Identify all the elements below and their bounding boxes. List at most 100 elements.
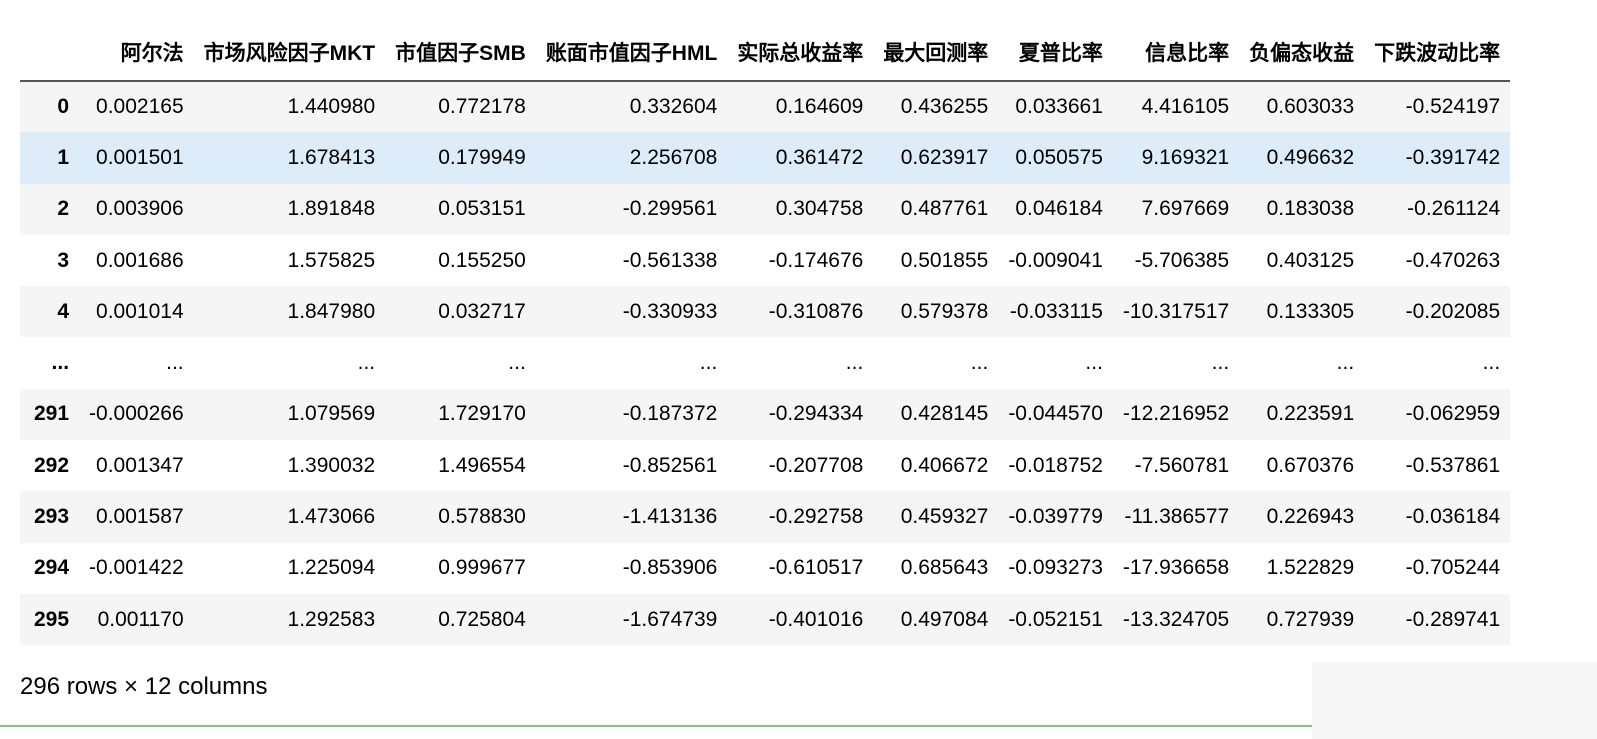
table-row[interactable]: 293 0.001587 1.473066 0.578830 -1.413136 -0.2… (20, 491, 1511, 543)
table-cell: -0.018752 (1008, 453, 1103, 477)
table-cell: ... (970, 351, 989, 375)
table-cell: -0.062959 (1405, 402, 1501, 426)
table-cell: ... (699, 351, 718, 375)
table-cell: -0.852561 (622, 453, 718, 477)
dataframe-table: 阿尔法 市场风险因子MKT 市值因子SMB 账面市值因子HML 实际总收益率 最大回测率夏… (20, 28, 1511, 646)
table-cell: 0.496632 (1266, 145, 1355, 169)
table-cell: 0.578830 (438, 505, 526, 529)
table-cell: 1.496554 (438, 453, 526, 477)
column-header: 账面市值因子HML (535, 28, 728, 82)
table-row[interactable]: 3 0.001686 1.575825 0.155250 -0.561338 -0.174… (20, 234, 1511, 287)
table-cell: -1.674739 (622, 607, 718, 631)
table-cell: -10.317517 (1122, 299, 1230, 323)
dataframe-shape-caption: 296 rows × 12 columns (20, 673, 268, 700)
table-cell: 0.727939 (1266, 607, 1355, 631)
table-cell: ... (1336, 351, 1355, 375)
table-body: 0 0.002165 1.440980 0.772178 0.332604 0.16460… (20, 81, 1511, 646)
table-cell: 2.256708 (629, 145, 718, 169)
table-cell: -0.289741 (1405, 607, 1501, 631)
index-header-corner (20, 28, 80, 82)
table-cell: 0.403125 (1266, 248, 1355, 272)
table-cell: 0.001501 (96, 145, 184, 169)
table-cell: 0.003906 (96, 197, 184, 221)
row-index-label: 0 (57, 95, 70, 119)
table-cell: 0.001347 (96, 453, 184, 477)
table-row[interactable]: ................................. (20, 337, 1511, 389)
row-index-label: 2 (57, 197, 70, 221)
table-row[interactable]: 0 0.002165 1.440980 0.772178 0.332604 0.16460… (20, 81, 1511, 133)
table-cell: -0.207708 (768, 453, 864, 477)
table-cell: 0.226943 (1266, 505, 1355, 529)
table-cell: 1.390032 (287, 453, 376, 477)
table-cell: ... (166, 351, 184, 375)
table-cell: -0.537861 (1405, 453, 1501, 477)
table-header: 阿尔法 市场风险因子MKT 市值因子SMB 账面市值因子HML 实际总收益率 最大回测率夏… (20, 28, 1511, 82)
cell-bottom-border (0, 725, 1312, 727)
table-cell: -13.324705 (1122, 607, 1230, 631)
table-cell: 0.032717 (438, 299, 526, 323)
table-cell: -0.036184 (1405, 505, 1501, 529)
table-cell: 0.183038 (1266, 197, 1355, 221)
table-cell: 0.001014 (96, 299, 184, 323)
table-cell: -5.706385 (1134, 248, 1230, 272)
table-cell: -0.330933 (622, 299, 718, 323)
table-cell: 1.292583 (287, 607, 376, 631)
table-cell: -0.174676 (768, 248, 864, 272)
table-cell: -0.292758 (768, 505, 864, 529)
column-header: 下跌波动比率 (1364, 28, 1511, 82)
table-cell: 1.225094 (287, 556, 376, 580)
table-cell: 0.133305 (1266, 299, 1355, 323)
table-cell: 0.685643 (900, 556, 989, 580)
table-cell: -0.039779 (1008, 505, 1103, 529)
table-cell: 0.436255 (900, 95, 989, 119)
row-index-label: 295 (34, 607, 70, 631)
table-row[interactable]: 292 0.001347 1.390032 1.496554 -0.852561 -0.2… (20, 440, 1511, 492)
table-row[interactable]: 295 0.001170 1.292583 0.725804 -1.674739 -0.4… (20, 593, 1511, 646)
table-cell: -0.001422 (89, 556, 184, 580)
table-cell: 0.603033 (1266, 95, 1355, 119)
row-index-label: 292 (34, 453, 70, 477)
table-cell: -0.093273 (1008, 556, 1103, 580)
table-cell: 1.079569 (287, 402, 376, 426)
table-cell: 0.497084 (900, 607, 989, 631)
table-row[interactable]: 4 0.001014 1.847980 0.032717 -0.330933 -0.310… (20, 286, 1511, 338)
column-header: 夏普比率 (998, 28, 1113, 82)
table-cell: 1.678413 (287, 145, 376, 169)
row-index-label: 291 (34, 402, 70, 426)
column-header: 实际总收益率 (727, 28, 874, 82)
table-cell: ... (1085, 351, 1103, 375)
column-header: 市场风险因子MKT (193, 28, 386, 82)
row-index-label: 4 (57, 299, 70, 323)
table-cell: -0.401016 (768, 607, 864, 631)
table-cell: -0.202085 (1405, 299, 1501, 323)
column-header: 阿尔法 (79, 28, 194, 82)
table-cell: -0.391742 (1405, 145, 1501, 169)
table-cell: ... (357, 351, 376, 375)
table-cell: 1.440980 (287, 95, 376, 119)
table-row[interactable]: 291 -0.000266 1.079569 1.729170 -0.187372 -0.… (20, 388, 1511, 441)
table-cell: -0.310876 (768, 299, 864, 323)
table-cell: 1.891848 (287, 197, 376, 221)
row-index-label: 294 (34, 556, 70, 580)
table-cell: 4.416105 (1141, 95, 1230, 119)
table-cell: 0.361472 (775, 145, 864, 169)
table-cell: 0.487761 (900, 197, 989, 221)
table-cell: -0.561338 (622, 248, 718, 272)
table-cell: -0.610517 (768, 556, 864, 580)
row-index-label: 293 (34, 505, 70, 529)
table-row[interactable]: 2 0.003906 1.891848 0.053151 -0.299561 0.3047… (20, 183, 1511, 235)
table-cell: 0.155250 (438, 248, 526, 272)
table-row[interactable]: 294 -0.001422 1.225094 0.999677 -0.853906 -0.… (20, 542, 1511, 594)
table-cell: 7.697669 (1141, 197, 1230, 221)
output-side-panel (1312, 662, 1597, 739)
table-cell: -0.033115 (1009, 299, 1103, 323)
column-header: 市值因子SMB (385, 28, 536, 82)
table-cell: 0.579378 (900, 299, 989, 323)
table-cell: -0.044570 (1008, 402, 1103, 426)
table-row[interactable]: 1 0.001501 1.678413 0.179949 2.256708 0.36147… (20, 132, 1511, 184)
notebook-output-area: 阿尔法 市场风险因子MKT 市值因子SMB 账面市值因子HML 实际总收益率 最大回测率夏… (0, 0, 1597, 739)
table-cell: ... (1482, 351, 1501, 375)
table-cell: 0.033661 (1015, 95, 1103, 119)
dataframe-container: 阿尔法 市场风险因子MKT 市值因子SMB 账面市值因子HML 实际总收益率 最大回测率夏… (20, 28, 1511, 646)
table-cell: 0.053151 (438, 197, 526, 221)
